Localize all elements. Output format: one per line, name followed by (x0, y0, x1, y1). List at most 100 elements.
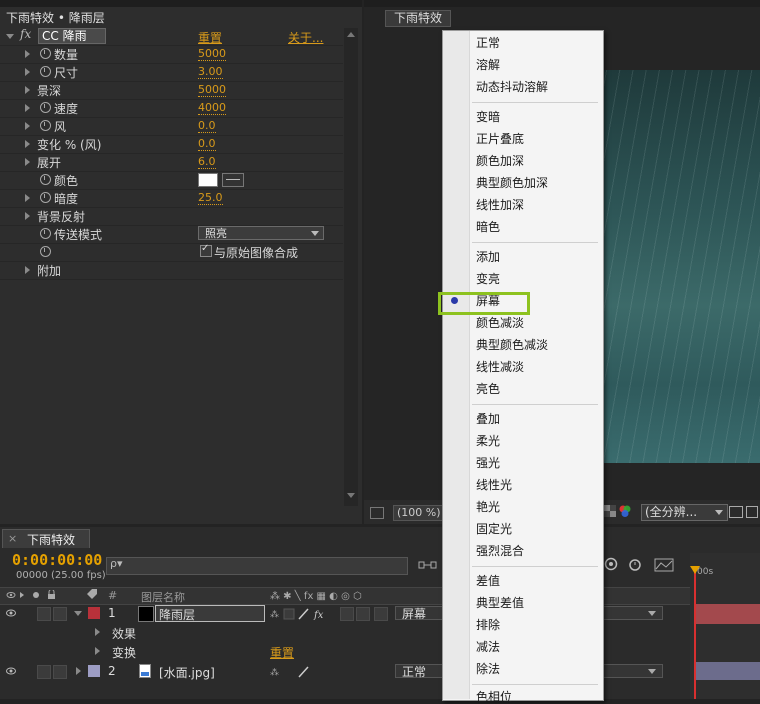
stopwatch-icon[interactable] (40, 228, 51, 239)
menu-item[interactable]: 除法 (476, 662, 500, 676)
menu-item[interactable]: 线性光 (476, 478, 512, 492)
graph-editor-icon[interactable] (654, 558, 674, 572)
expand-triangle-icon[interactable] (95, 628, 100, 636)
zoom-select[interactable]: (100 %) (393, 505, 444, 521)
prop-row-wind-variation[interactable]: 变化 % (风) 0.0 (0, 135, 343, 154)
prop-row-extras[interactable]: 附加 (0, 261, 343, 280)
snapshot-icon[interactable] (370, 507, 384, 519)
menu-item[interactable]: 强光 (476, 456, 500, 470)
region-of-interest-icon[interactable] (729, 506, 743, 518)
scroll-down-icon[interactable] (347, 493, 355, 498)
prop-row-composite[interactable]: 与原始图像合成 (0, 243, 343, 262)
stopwatch-icon[interactable] (40, 66, 51, 77)
transfer-mode-select[interactable]: 照亮 (198, 226, 324, 240)
menu-item[interactable]: 线性减淡 (476, 360, 524, 374)
stopwatch-icon[interactable] (40, 192, 51, 203)
about-link[interactable]: 关于... (288, 29, 323, 46)
eyedropper-icon[interactable] (222, 173, 244, 187)
expand-triangle-icon[interactable] (25, 194, 30, 202)
prop-row-spread[interactable]: 展开 6.0 (0, 153, 343, 172)
fx-icon[interactable]: fx (20, 27, 31, 41)
prop-value[interactable]: 6.0 (198, 155, 216, 169)
prop-row-transfer-mode[interactable]: 传送模式 照亮 (0, 225, 343, 244)
prop-row-speed[interactable]: 速度 4000 (0, 99, 343, 118)
layer-switch-icons[interactable]: ⁂ (270, 666, 310, 678)
menu-item[interactable]: 线性加深 (476, 198, 524, 212)
menu-item[interactable]: 暗色 (476, 220, 500, 234)
scroll-up-icon[interactable] (347, 32, 355, 37)
reset-link[interactable]: 重置 (198, 29, 222, 46)
menu-item[interactable]: 减法 (476, 640, 500, 654)
layer-duration-bar[interactable] (694, 604, 760, 624)
menu-item[interactable]: 色相位 (476, 690, 512, 704)
menu-item[interactable]: 差值 (476, 574, 500, 588)
menu-item[interactable]: 变亮 (476, 272, 500, 286)
composition-mini-flowchart-icon[interactable] (418, 558, 438, 572)
menu-item[interactable]: 典型差值 (476, 596, 524, 610)
color-swatch[interactable] (198, 173, 218, 187)
composition-tab[interactable]: 下雨特效 (385, 10, 452, 27)
solo-switch[interactable] (37, 665, 51, 679)
effects-group-label[interactable]: 效果 (112, 625, 136, 642)
3d-switch[interactable] (374, 607, 388, 621)
scrollbar[interactable] (344, 28, 358, 506)
menu-item[interactable]: 颜色加深 (476, 154, 524, 168)
layer-duration-bar[interactable] (694, 662, 760, 680)
stopwatch-icon[interactable] (40, 246, 51, 257)
lock-switch[interactable] (53, 607, 67, 621)
timeline-tab-label[interactable]: 下雨特效 (27, 531, 75, 548)
collapse-triangle-icon[interactable] (6, 34, 14, 39)
menu-item[interactable]: 动态抖动溶解 (476, 80, 548, 94)
expand-triangle-icon[interactable] (25, 122, 30, 130)
menu-item[interactable]: 添加 (476, 250, 500, 264)
motion-blur-icon[interactable] (604, 557, 618, 571)
layer-color-label[interactable] (88, 607, 100, 619)
prop-row-color[interactable]: 颜色 (0, 171, 343, 190)
menu-item[interactable]: 排除 (476, 618, 500, 632)
stopwatch-icon[interactable] (40, 174, 51, 185)
menu-item[interactable]: 艳光 (476, 500, 500, 514)
composite-checkbox[interactable] (200, 243, 212, 257)
playhead-handle[interactable] (690, 566, 700, 574)
prop-value[interactable]: 5000 (198, 83, 226, 97)
menu-item[interactable]: 叠加 (476, 412, 500, 426)
expand-triangle-icon[interactable] (25, 50, 30, 58)
playhead[interactable] (694, 568, 696, 699)
stopwatch-icon[interactable] (40, 48, 51, 59)
expand-triangle-icon[interactable] (25, 68, 30, 76)
menu-item[interactable]: 固定光 (476, 522, 512, 536)
expand-triangle-icon[interactable] (95, 647, 100, 655)
menu-item[interactable]: 正常 (476, 36, 500, 50)
expand-triangle-icon[interactable] (25, 266, 30, 274)
menu-item[interactable]: 强烈混合 (476, 544, 524, 558)
menu-item[interactable]: 溶解 (476, 58, 500, 72)
grid-guides-icon[interactable] (746, 506, 758, 518)
current-time[interactable]: 0:00:00:00 (12, 551, 102, 569)
collapse-triangle-icon[interactable] (74, 611, 82, 616)
expand-triangle-icon[interactable] (25, 140, 30, 148)
search-icon[interactable]: ρ▾ (110, 557, 123, 570)
menu-item[interactable]: 典型颜色加深 (476, 176, 548, 190)
menu-item[interactable]: 柔光 (476, 434, 500, 448)
stopwatch-icon[interactable] (628, 557, 642, 571)
prop-row-amount[interactable]: 数量 5000 (0, 45, 343, 64)
menu-item[interactable]: 亮色 (476, 382, 500, 396)
prop-row-wind[interactable]: 风 0.0 (0, 117, 343, 136)
stopwatch-icon[interactable] (40, 120, 51, 131)
transparency-grid-icon[interactable] (604, 505, 616, 517)
close-icon[interactable]: × (8, 532, 17, 545)
menu-item[interactable]: 正片叠底 (476, 132, 524, 146)
prop-row-size[interactable]: 尺寸 3.00 (0, 63, 343, 82)
visibility-eye-icon[interactable] (6, 667, 16, 675)
prop-row-depth[interactable]: 景深 5000 (0, 81, 343, 100)
expand-triangle-icon[interactable] (76, 667, 81, 675)
expand-triangle-icon[interactable] (25, 158, 30, 166)
layer-name[interactable]: 降雨层 (159, 606, 195, 623)
transform-group-label[interactable]: 变换 (112, 644, 136, 661)
motion-blur-switch[interactable] (340, 607, 354, 621)
prop-value[interactable]: 0.0 (198, 119, 216, 133)
menu-item[interactable]: 变暗 (476, 110, 500, 124)
prop-row-background-reflection[interactable]: 背景反射 (0, 207, 343, 226)
prop-value[interactable]: 3.00 (198, 65, 223, 79)
visibility-eye-icon[interactable] (6, 609, 16, 617)
